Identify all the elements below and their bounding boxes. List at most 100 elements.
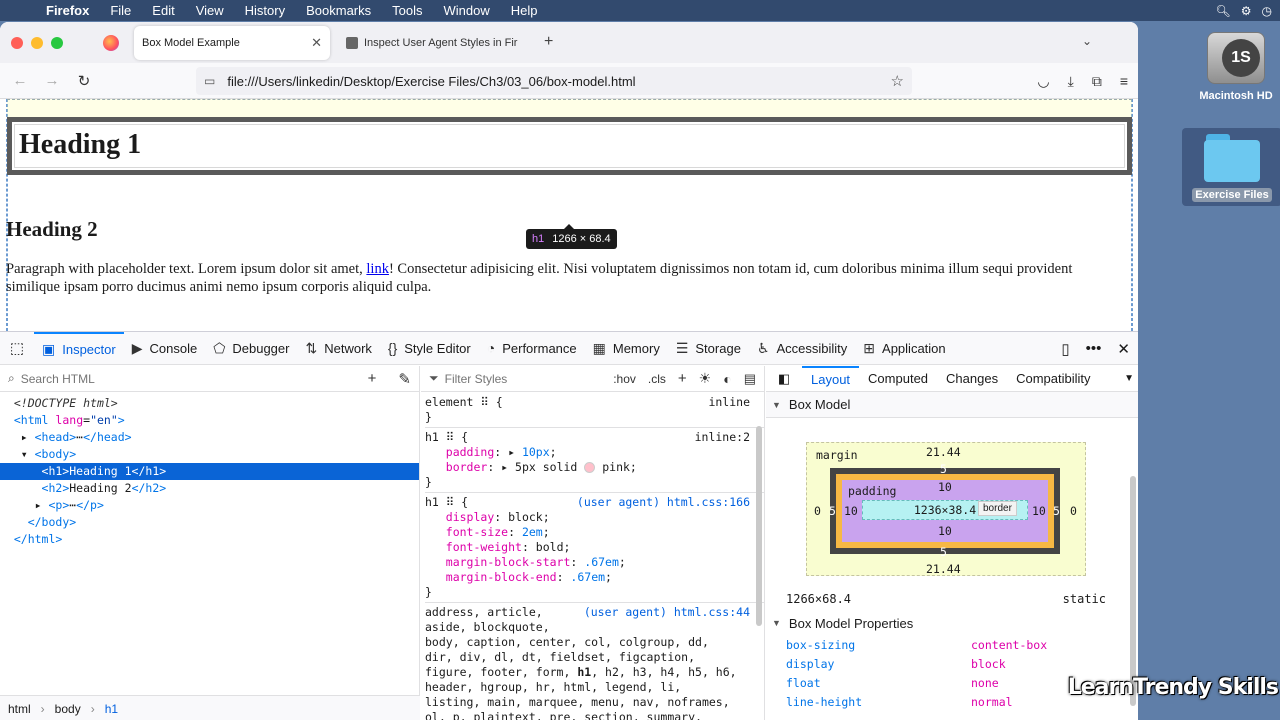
tree-node-body-close[interactable]: </body> bbox=[0, 514, 419, 531]
menu-firefox[interactable]: Firefox bbox=[46, 3, 89, 18]
print-simulation-icon[interactable]: ▤ bbox=[744, 371, 756, 387]
page-info-icon[interactable]: ▭ bbox=[204, 74, 215, 88]
close-window-button[interactable] bbox=[11, 36, 23, 49]
rules-scrollbar[interactable] bbox=[756, 426, 762, 626]
property-row[interactable]: box-sizing content-box bbox=[766, 636, 1138, 655]
menu-bookmarks[interactable]: Bookmarks bbox=[306, 3, 371, 18]
filter-styles-row: ⏷ :hov .cls + ☀ ◐ ▤ bbox=[421, 366, 764, 392]
color-swatch-icon[interactable] bbox=[584, 462, 596, 473]
toggle-sidebar-icon[interactable]: ◧ bbox=[766, 371, 802, 387]
padding-top-value[interactable]: 10 bbox=[938, 480, 952, 494]
declaration-padding[interactable]: padding: ▸ 10px; bbox=[425, 445, 764, 460]
tree-node-body[interactable]: ▾ <body> bbox=[0, 446, 419, 463]
border-top-value[interactable]: 5 bbox=[940, 462, 947, 476]
tab-console[interactable]: ▶ Console bbox=[124, 332, 205, 365]
tab-application[interactable]: ⊞ Application bbox=[855, 332, 953, 365]
eyedropper-icon[interactable]: ✎ bbox=[398, 370, 411, 388]
border-left-value[interactable]: 5 bbox=[829, 504, 836, 518]
minimize-window-button[interactable] bbox=[31, 36, 43, 49]
cls-toggle[interactable]: .cls bbox=[648, 372, 666, 386]
paragraph-link[interactable]: link bbox=[366, 261, 389, 277]
back-icon[interactable]: ← bbox=[4, 72, 36, 89]
tree-node-h2[interactable]: <h2>Heading 2</h2> bbox=[0, 480, 419, 497]
app-menu-icon[interactable]: ≡ bbox=[1120, 73, 1128, 89]
tab-inspector[interactable]: ▣ Inspector bbox=[34, 331, 124, 365]
downloads-icon[interactable]: ⤓ bbox=[1068, 73, 1074, 90]
control-center-icon[interactable]: ⚙ bbox=[1241, 4, 1252, 18]
declaration-border[interactable]: border: ▸ 5px solid pink; bbox=[425, 460, 764, 475]
tab-compatibility[interactable]: Compatibility bbox=[1007, 366, 1099, 392]
tree-node-h1[interactable]: <h1>Heading 1</h1> bbox=[0, 463, 419, 480]
tab-storage[interactable]: ☰ Storage bbox=[668, 332, 749, 365]
element-picker-icon[interactable]: ⬚ bbox=[0, 339, 34, 357]
bookmark-star-icon[interactable]: ☆ bbox=[891, 72, 904, 90]
padding-left-value[interactable]: 10 bbox=[844, 504, 858, 518]
hov-toggle[interactable]: :hov bbox=[613, 372, 636, 386]
menu-window[interactable]: Window bbox=[444, 3, 490, 18]
tree-node-html[interactable]: <html lang="en"> bbox=[0, 412, 419, 429]
menu-history[interactable]: History bbox=[245, 3, 285, 18]
tab-inspect-user-agent[interactable]: Inspect User Agent Styles in Fir bbox=[338, 26, 538, 60]
desktop-exercise-files[interactable]: Exercise Files bbox=[1182, 128, 1280, 206]
new-tab-icon[interactable]: + bbox=[544, 33, 553, 51]
close-tab-icon[interactable]: ✕ bbox=[311, 35, 322, 51]
margin-bottom-value[interactable]: 21.44 bbox=[926, 562, 961, 576]
tab-box-model-example[interactable]: Box Model Example ✕ bbox=[134, 26, 330, 60]
box-model-header[interactable]: ▼ Box Model bbox=[766, 392, 1138, 418]
forward-icon[interactable]: → bbox=[36, 72, 68, 89]
reload-icon[interactable]: ↻ bbox=[68, 72, 100, 90]
filter-styles-input[interactable] bbox=[444, 371, 575, 386]
box-model-properties-header[interactable]: ▼ Box Model Properties bbox=[766, 610, 1138, 636]
tree-node-html-close[interactable]: </html> bbox=[0, 531, 419, 548]
close-devtools-icon[interactable]: ✕ bbox=[1117, 340, 1130, 358]
add-rule-icon[interactable]: + bbox=[678, 370, 687, 387]
breadcrumb-h1[interactable]: h1 bbox=[105, 702, 118, 716]
inspector-icon: ▣ bbox=[42, 340, 56, 357]
border-right-value[interactable]: 5 bbox=[1053, 504, 1060, 518]
menu-help[interactable]: Help bbox=[511, 3, 538, 18]
breadcrumb-body[interactable]: body bbox=[55, 702, 81, 716]
tab-changes[interactable]: Changes bbox=[937, 366, 1007, 392]
tab-performance[interactable]: ◔ Performance bbox=[479, 332, 585, 365]
menu-file[interactable]: File bbox=[110, 3, 131, 18]
list-all-tabs-icon[interactable]: ⌄ bbox=[1082, 34, 1092, 48]
more-options-icon[interactable]: ••• bbox=[1086, 340, 1102, 357]
menu-tools[interactable]: Tools bbox=[392, 3, 422, 18]
add-node-icon[interactable]: + bbox=[368, 370, 377, 388]
tree-node-head[interactable]: ▸ <head>⋯</head> bbox=[0, 429, 419, 446]
tab-network[interactable]: ⇅ Network bbox=[297, 332, 379, 365]
margin-right-value[interactable]: 0 bbox=[1070, 504, 1077, 518]
menu-view[interactable]: View bbox=[196, 3, 224, 18]
margin-top-value[interactable]: 21.44 bbox=[926, 445, 961, 459]
light-scheme-icon[interactable]: ☀ bbox=[699, 370, 712, 387]
spotlight-icon[interactable]: 🔍︎ bbox=[1216, 4, 1231, 18]
dark-scheme-icon[interactable]: ◐ bbox=[723, 371, 731, 387]
tab-memory[interactable]: ▦ Memory bbox=[585, 332, 668, 365]
search-html-input[interactable] bbox=[20, 371, 321, 386]
tab-layout[interactable]: Layout bbox=[802, 366, 860, 392]
menu-edit[interactable]: Edit bbox=[152, 3, 174, 18]
property-row[interactable]: display block bbox=[766, 655, 1138, 674]
tab-accessibility[interactable]: ♿︎ Accessibility bbox=[749, 332, 855, 365]
chevron-down-icon[interactable]: ▼ bbox=[1124, 373, 1134, 384]
desktop-macintosh-hd[interactable]: 1S Macintosh HD bbox=[1186, 32, 1280, 102]
tree-node-p[interactable]: ▸ <p>⋯</p> bbox=[0, 497, 419, 514]
layout-scrollbar[interactable] bbox=[1130, 476, 1136, 706]
border-bottom-value[interactable]: 5 bbox=[940, 545, 947, 559]
clock-icon[interactable]: ◷ bbox=[1262, 4, 1272, 18]
tab-style-editor[interactable]: {} Style Editor bbox=[380, 332, 479, 365]
tab-computed[interactable]: Computed bbox=[859, 366, 937, 392]
breadcrumb-html[interactable]: html bbox=[8, 702, 31, 716]
responsive-design-icon[interactable]: ▯ bbox=[1061, 340, 1069, 358]
pocket-icon[interactable]: ◡ bbox=[1037, 73, 1049, 90]
tab-debugger[interactable]: ⬠ Debugger bbox=[205, 332, 297, 365]
firefox-view-icon[interactable] bbox=[103, 34, 119, 51]
search-html-row: ⌕ + ✎ bbox=[0, 366, 419, 392]
tree-node-doctype[interactable]: <!DOCTYPE html> bbox=[0, 395, 419, 412]
padding-right-value[interactable]: 10 bbox=[1032, 504, 1046, 518]
zoom-window-button[interactable] bbox=[51, 36, 63, 49]
margin-left-value[interactable]: 0 bbox=[814, 504, 821, 518]
extensions-icon[interactable]: ⧉ bbox=[1092, 73, 1102, 90]
padding-bottom-value[interactable]: 10 bbox=[938, 524, 952, 538]
url-bar[interactable]: ▭ file:///Users/linkedin/Desktop/Exercis… bbox=[196, 67, 912, 95]
